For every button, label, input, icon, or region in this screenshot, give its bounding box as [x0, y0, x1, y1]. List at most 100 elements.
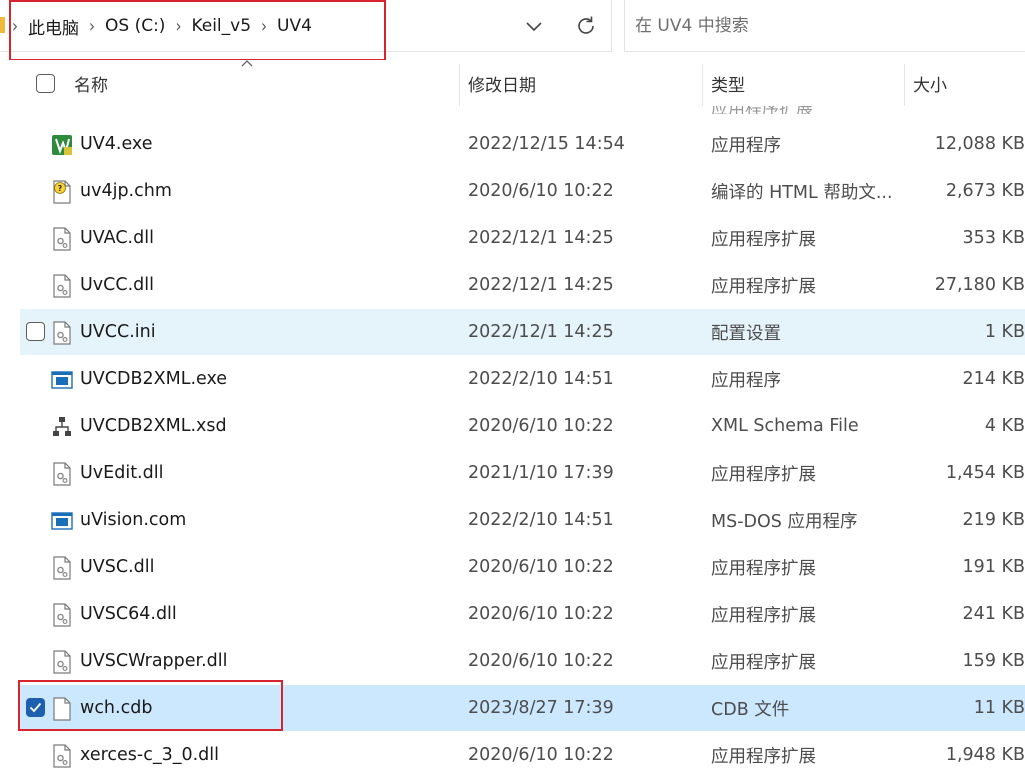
file-row[interactable]: UVCC.ini 2022/12/1 14:25 配置设置 1 KB: [20, 309, 1025, 355]
file-size: 241 KB: [962, 604, 1025, 624]
file-date: 2023/8/27 17:39: [468, 698, 614, 718]
uvision-exe-icon: [51, 133, 73, 157]
file-row[interactable]: UVSCWrapper.dll 2020/6/10 10:22 应用程序扩展 159 …: [20, 638, 1025, 684]
file-type: 应用程序扩展: [711, 746, 816, 767]
file-row[interactable]: UvEdit.dll 2021/1/10 17:39 应用程序扩展 1,454 KB: [20, 450, 1025, 496]
file-name[interactable]: UVAC.dll: [80, 215, 154, 261]
file-list[interactable]: 应用程序扩展 UV4.exe 2022/12/15 14:54 应用程序 12,088…: [0, 106, 1025, 776]
dll-file-icon: [51, 650, 73, 674]
file-row[interactable]: xerces-c_3_0.dll 2020/6/10 10:22 应用程序扩展 1,9…: [20, 732, 1025, 776]
exe-window-icon: [51, 509, 73, 533]
file-name[interactable]: UV4.exe: [80, 121, 153, 167]
file-size: 191 KB: [962, 557, 1025, 577]
file-row[interactable]: uVision.com 2022/2/10 14:51 MS-DOS 应用程序 219…: [20, 497, 1025, 543]
file-name[interactable]: UVSC64.dll: [80, 591, 177, 637]
file-name[interactable]: UVCDB2XML.exe: [80, 356, 227, 402]
dll-file-icon: [51, 274, 73, 298]
exe-window-icon: [51, 368, 73, 392]
file-row[interactable]: UVCDB2XML.xsd 2020/6/10 10:22 XML Schema F…: [20, 403, 1025, 449]
column-type[interactable]: 类型: [711, 60, 745, 106]
blank-file-icon: [51, 697, 73, 721]
file-row[interactable]: UVSC.dll 2020/6/10 10:22 应用程序扩展 191 KB: [20, 544, 1025, 590]
file-type: 应用程序: [711, 370, 781, 391]
search-box[interactable]: [624, 0, 1025, 52]
file-name[interactable]: UVCDB2XML.xsd: [80, 403, 227, 449]
file-row[interactable]: UVCDB2XML.exe 2022/2/10 14:51 应用程序 214 KB: [20, 356, 1025, 402]
column-divider[interactable]: [702, 64, 703, 106]
file-date: 2020/6/10 10:22: [468, 745, 614, 765]
file-type: XML Schema File: [711, 416, 859, 436]
refresh-icon: [578, 16, 594, 34]
dll-file-icon: [51, 462, 73, 486]
select-all-checkbox[interactable]: [36, 74, 55, 93]
file-date: 2020/6/10 10:22: [468, 604, 614, 624]
file-size: 219 KB: [962, 510, 1025, 530]
file-date: 2022/2/10 14:51: [468, 510, 614, 530]
file-size: 1 KB: [984, 322, 1025, 342]
file-size: 214 KB: [962, 369, 1025, 389]
breadcrumb-uv4[interactable]: UV4: [277, 16, 312, 36]
file-date: 2020/6/10 10:22: [468, 181, 614, 201]
row-checkbox[interactable]: [26, 698, 45, 717]
dll-file-icon: [51, 556, 73, 580]
file-name[interactable]: xerces-c_3_0.dll: [80, 732, 219, 776]
file-row[interactable]: ? uv4jp.chm 2020/6/10 10:22 编译的 HTML 帮助文...…: [20, 168, 1025, 214]
chevron-right-icon[interactable]: ›: [175, 15, 181, 37]
checkmark-icon: [29, 702, 42, 713]
column-date[interactable]: 修改日期: [468, 60, 536, 106]
file-date: 2022/12/15 14:54: [468, 134, 625, 154]
file-type: 应用程序扩展: [711, 652, 816, 673]
chevron-right-icon[interactable]: ›: [89, 15, 95, 37]
breadcrumb: › 此电脑 › OS (C:) › Keil_v5 › UV4: [10, 0, 312, 52]
file-name[interactable]: UVSCWrapper.dll: [80, 638, 228, 684]
file-row[interactable]: UV4.exe 2022/12/15 14:54 应用程序 12,088 KB: [20, 121, 1025, 167]
file-name[interactable]: wch.cdb: [80, 685, 152, 731]
file-type: 应用程序扩展: [711, 229, 816, 250]
chevron-right-icon[interactable]: ›: [12, 15, 18, 37]
search-input[interactable]: [635, 12, 1015, 40]
chevron-right-icon[interactable]: ›: [261, 15, 267, 37]
column-size[interactable]: 大小: [913, 60, 947, 106]
address-history-dropdown[interactable]: [522, 14, 546, 38]
dll-file-icon: [51, 603, 73, 627]
file-date: 2020/6/10 10:22: [468, 557, 614, 577]
list-item-partial[interactable]: 应用程序扩展: [0, 106, 1025, 114]
column-divider[interactable]: [459, 64, 460, 106]
file-date: 2022/2/10 14:51: [468, 369, 614, 389]
xsd-schema-icon: [51, 415, 73, 439]
file-type: 应用程序扩展: [711, 276, 816, 297]
refresh-button[interactable]: [572, 12, 600, 40]
file-type: 应用程序扩展: [711, 605, 816, 626]
file-date: 2021/1/10 17:39: [468, 463, 614, 483]
file-row[interactable]: wch.cdb 2023/8/27 17:39 CDB 文件 11 KB: [20, 685, 1025, 731]
file-size: 159 KB: [962, 651, 1025, 671]
file-name[interactable]: UvEdit.dll: [80, 450, 163, 496]
file-type: 配置设置: [711, 323, 781, 344]
file-type: 应用程序: [711, 135, 781, 156]
column-divider[interactable]: [904, 64, 905, 106]
file-name[interactable]: uv4jp.chm: [80, 168, 172, 214]
file-row[interactable]: UvCC.dll 2022/12/1 14:25 应用程序扩展 27,180 KB: [20, 262, 1025, 308]
breadcrumb-os-c[interactable]: OS (C:): [105, 16, 165, 36]
address-bar[interactable]: › 此电脑 › OS (C:) › Keil_v5 › UV4: [0, 0, 612, 52]
file-name[interactable]: UVCC.ini: [80, 309, 156, 355]
file-size: 12,088 KB: [934, 134, 1025, 154]
file-row[interactable]: UVAC.dll 2022/12/1 14:25 应用程序扩展 353 KB: [20, 215, 1025, 261]
breadcrumb-keil-v5[interactable]: Keil_v5: [191, 16, 251, 36]
file-type: 应用程序扩展: [711, 558, 816, 579]
column-name[interactable]: 名称: [74, 60, 108, 106]
dll-file-icon: [51, 227, 73, 251]
breadcrumb-this-pc[interactable]: 此电脑: [28, 14, 79, 39]
file-row[interactable]: UVSC64.dll 2020/6/10 10:22 应用程序扩展 241 KB: [20, 591, 1025, 637]
chm-help-icon: ?: [51, 180, 73, 204]
file-name[interactable]: UvCC.dll: [80, 262, 154, 308]
row-checkbox[interactable]: [26, 322, 45, 341]
file-size: 4 KB: [984, 416, 1025, 436]
file-name[interactable]: UVSC.dll: [80, 544, 155, 590]
file-name[interactable]: uVision.com: [80, 497, 186, 543]
file-type: 应用程序扩展: [711, 106, 813, 114]
chevron-down-icon: [526, 22, 542, 32]
file-size: 11 KB: [973, 698, 1025, 718]
file-size: 1,948 KB: [945, 745, 1025, 765]
file-type: 应用程序扩展: [711, 464, 816, 485]
